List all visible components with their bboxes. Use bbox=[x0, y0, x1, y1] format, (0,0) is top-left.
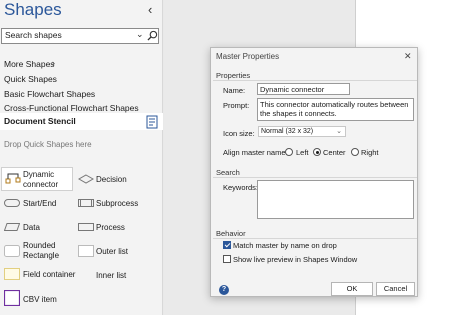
section-divider bbox=[213, 80, 417, 81]
collapse-pane-icon[interactable]: ‹ bbox=[148, 2, 152, 17]
match-by-name-label: Match master by name on drop bbox=[233, 241, 337, 250]
shape-label: Field container bbox=[23, 270, 76, 279]
shape-label: Data bbox=[23, 223, 40, 232]
shape-decision[interactable]: Decision bbox=[78, 174, 163, 186]
shape-rounded-rectangle[interactable]: Rounded Rectangle bbox=[4, 241, 76, 263]
align-center-radio[interactable] bbox=[313, 148, 321, 156]
process-icon bbox=[78, 223, 94, 231]
more-shapes-link[interactable]: More Shapes bbox=[4, 59, 55, 69]
search-icon[interactable] bbox=[147, 30, 158, 41]
shapes-pane: Shapes ‹ Search shapes ⌄ More Shapes › Q… bbox=[0, 0, 163, 315]
align-master-name-label: Align master name: bbox=[223, 148, 288, 157]
decision-icon bbox=[78, 174, 94, 184]
section-divider bbox=[213, 177, 417, 178]
shape-outer-list[interactable]: Outer list bbox=[78, 245, 163, 259]
shape-field-container[interactable]: Field container bbox=[4, 268, 76, 282]
shape-label: Process bbox=[96, 223, 125, 232]
chevron-right-icon[interactable]: › bbox=[52, 58, 55, 68]
cancel-button[interactable]: Cancel bbox=[376, 282, 415, 296]
stencil-document[interactable]: Document Stencil bbox=[0, 113, 163, 130]
section-divider bbox=[213, 238, 417, 239]
search-section-label: Search bbox=[216, 168, 240, 177]
keywords-label: Keywords: bbox=[223, 183, 259, 192]
icon-size-label: Icon size: bbox=[223, 129, 255, 138]
properties-section-label: Properties bbox=[216, 71, 251, 80]
live-preview-checkbox[interactable] bbox=[223, 255, 231, 263]
shapes-pane-title: Shapes bbox=[4, 0, 62, 19]
shape-label: Subprocess bbox=[96, 199, 139, 208]
align-right-label: Right bbox=[361, 148, 379, 157]
prompt-field[interactable]: This connector automatically routes betw… bbox=[257, 98, 414, 121]
chevron-down-icon: ⌄ bbox=[336, 128, 342, 135]
stencil-cross-functional[interactable]: Cross-Functional Flowchart Shapes bbox=[4, 103, 139, 113]
start-end-icon bbox=[4, 199, 20, 207]
shape-label: Outer list bbox=[96, 247, 129, 256]
shape-process[interactable]: Process bbox=[78, 222, 163, 234]
stencil-basic-flowchart[interactable]: Basic Flowchart Shapes bbox=[4, 89, 95, 99]
shape-dynamic-connector[interactable]: Dynamic connector bbox=[1, 167, 73, 191]
shape-start-end[interactable]: Start/End bbox=[4, 198, 76, 210]
name-field[interactable]: Dynamic connector bbox=[257, 83, 350, 95]
align-left-radio[interactable] bbox=[285, 148, 293, 156]
rounded-rectangle-icon bbox=[4, 245, 20, 257]
icon-size-select[interactable]: Normal (32 x 32) ⌄ bbox=[258, 126, 346, 137]
outer-list-icon bbox=[78, 245, 94, 257]
prompt-label: Prompt: bbox=[223, 101, 250, 110]
shape-data[interactable]: Data bbox=[4, 222, 76, 234]
match-by-name-checkbox[interactable] bbox=[223, 241, 231, 249]
stencil-document-icon[interactable] bbox=[146, 115, 158, 129]
shape-inner-list[interactable]: Inner list bbox=[78, 270, 163, 282]
stencil-quick-shapes[interactable]: Quick Shapes bbox=[4, 74, 57, 84]
shape-label: Start/End bbox=[23, 199, 57, 208]
master-properties-dialog: Master Properties ✕ Properties Name: Dyn… bbox=[210, 47, 418, 297]
dialog-title: Master Properties bbox=[216, 52, 280, 61]
align-left-label: Left bbox=[296, 148, 309, 157]
shape-subprocess[interactable]: Subprocess bbox=[78, 198, 163, 210]
dynamic-connector-icon bbox=[5, 173, 21, 184]
align-right-radio[interactable] bbox=[351, 148, 359, 156]
close-icon[interactable]: ✕ bbox=[404, 51, 412, 62]
search-placeholder: Search shapes bbox=[5, 30, 62, 40]
shape-label: Rounded Rectangle bbox=[23, 241, 60, 260]
help-icon[interactable]: ? bbox=[219, 285, 229, 295]
shape-label: Decision bbox=[96, 175, 127, 184]
field-container-icon bbox=[4, 268, 20, 280]
align-center-label: Center bbox=[323, 148, 346, 157]
name-label: Name: bbox=[223, 86, 246, 95]
icon-size-value: Normal (32 x 32) bbox=[261, 128, 314, 135]
shape-cbv-item[interactable]: CBV item bbox=[4, 290, 76, 308]
cbv-item-icon bbox=[4, 290, 20, 306]
shape-label: CBV item bbox=[23, 295, 57, 304]
live-preview-label: Show live preview in Shapes Window bbox=[233, 255, 358, 264]
subprocess-icon bbox=[78, 199, 94, 207]
shape-label: Dynamic connector bbox=[23, 170, 59, 189]
stencil-document-label: Document Stencil bbox=[4, 116, 76, 126]
chevron-down-icon[interactable]: ⌄ bbox=[136, 29, 144, 40]
search-shapes-input[interactable]: Search shapes ⌄ bbox=[1, 28, 159, 44]
behavior-section-label: Behavior bbox=[216, 229, 246, 238]
ok-button[interactable]: OK bbox=[331, 282, 373, 296]
data-icon bbox=[4, 223, 20, 231]
drop-quick-shapes-hint: Drop Quick Shapes here bbox=[4, 140, 92, 149]
shape-label: Inner list bbox=[96, 271, 127, 280]
keywords-field[interactable] bbox=[257, 180, 414, 219]
